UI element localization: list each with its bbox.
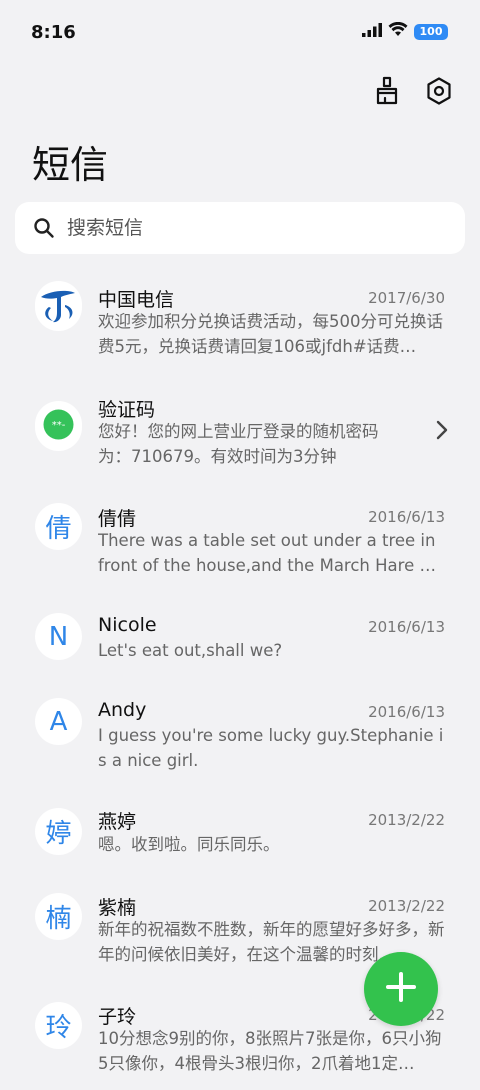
- contact-name: 中国电信: [98, 289, 175, 311]
- page-title: 短信: [32, 143, 109, 187]
- contact-name: 子玲: [98, 1006, 137, 1028]
- settings-button[interactable]: [424, 76, 454, 110]
- list-item[interactable]: **- 验证码 您好！您的网上营业厅登录的随机密码为：710679。有效时间为3…: [0, 380, 480, 480]
- status-icons: 100: [362, 21, 448, 41]
- avatar: 楠: [35, 893, 82, 940]
- avatar: A: [35, 698, 82, 745]
- avatar: 倩: [35, 503, 82, 550]
- message-preview: 欢迎参加积分兑换话费活动，每500分可兑换话费5元，兑换话费请回复106或jfd…: [98, 312, 443, 356]
- list-item[interactable]: 中国电信 2017/6/30 欢迎参加积分兑换话费活动，每500分可兑换话费5元…: [0, 270, 480, 370]
- message-bubble-icon: **-: [35, 400, 82, 455]
- message-preview: 10分想念9别的你，8张照片7张是你，6只小狗5只像你，4根骨头3根归你，2爪着…: [98, 1029, 442, 1073]
- broom-icon: [373, 76, 401, 110]
- contact-name: 燕婷: [98, 811, 137, 833]
- message-preview: I guess you're some lucky guy.Stephanie …: [98, 726, 444, 770]
- new-message-button[interactable]: [364, 952, 438, 1026]
- contact-name: 紫楠: [98, 897, 137, 919]
- contact-name: 验证码: [98, 399, 156, 421]
- message-date: 2016/6/13: [368, 703, 445, 721]
- avatar: [35, 280, 82, 331]
- avatar: 玲: [35, 1002, 82, 1049]
- search-icon: [33, 217, 55, 239]
- avatar: N: [35, 613, 82, 660]
- message-preview: There was a table set out under a tree i…: [98, 531, 436, 575]
- message-date: 2016/6/13: [368, 618, 445, 636]
- message-date: 2013/2/22: [368, 811, 445, 829]
- message-preview: Let's eat out,shall we?: [98, 641, 283, 660]
- message-date: 2017/6/30: [368, 289, 445, 307]
- list-item[interactable]: A Andy 2016/6/13 I guess you're some luc…: [0, 685, 480, 785]
- avatar: 婷: [35, 808, 82, 855]
- chevron-right-icon[interactable]: [436, 420, 448, 444]
- status-bar: 8:16 100: [0, 0, 480, 68]
- telecom-logo-icon: [35, 280, 82, 335]
- signal-icon: [362, 22, 382, 41]
- wifi-icon: [388, 21, 408, 41]
- gear-icon: [425, 76, 453, 110]
- svg-text:**-: **-: [52, 420, 66, 431]
- contact-name: Nicole: [98, 614, 157, 636]
- message-date: 2016/6/13: [368, 508, 445, 526]
- clean-button[interactable]: [372, 76, 402, 110]
- list-item[interactable]: 倩 倩倩 2016/6/13 There was a table set out…: [0, 490, 480, 590]
- header-actions: [372, 76, 454, 110]
- contact-name: Andy: [98, 699, 147, 721]
- message-preview: 您好！您的网上营业厅登录的随机密码为：710679。有效时间为3分钟: [98, 422, 379, 466]
- contact-name: 倩倩: [98, 508, 137, 530]
- search-bar[interactable]: [15, 202, 465, 254]
- avatar: **-: [35, 400, 82, 451]
- status-time: 8:16: [31, 22, 76, 43]
- message-date: 2013/2/22: [368, 897, 445, 915]
- search-input[interactable]: [65, 216, 429, 240]
- battery-icon: 100: [414, 23, 448, 40]
- plus-icon: [384, 970, 418, 1008]
- message-preview: 嗯。收到啦。同乐同乐。: [98, 835, 280, 854]
